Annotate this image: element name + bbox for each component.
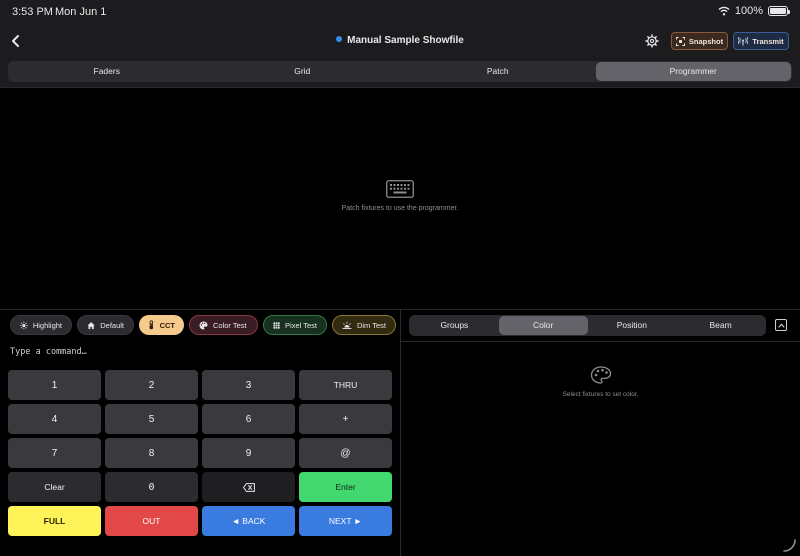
tab-patch[interactable]: Patch: [400, 62, 596, 81]
key-7[interactable]: 7: [8, 438, 101, 468]
key-thru[interactable]: THRU: [299, 370, 392, 400]
programmer-empty-message: Patch fixtures to use the programmer.: [341, 205, 459, 212]
transmit-button[interactable]: Transmit: [733, 32, 789, 50]
keypad: 1 2 3 THRU 4 5 6 + 7 8 9 @ Clear 0 Enter…: [8, 370, 392, 536]
key-6[interactable]: 6: [202, 404, 295, 434]
highlight-label: Highlight: [32, 320, 62, 330]
resize-handle-icon[interactable]: [782, 538, 796, 552]
nav-bar: Manual Sample Showfile Snapshot Transmit: [0, 24, 800, 58]
color-test-button[interactable]: Color Test: [189, 315, 258, 335]
key-plus[interactable]: +: [299, 404, 392, 434]
highlight-button[interactable]: Highlight: [10, 315, 72, 335]
tab-programmer[interactable]: Programmer: [595, 62, 791, 81]
key-1[interactable]: 1: [8, 370, 101, 400]
battery-percent: 100%: [734, 5, 763, 17]
pixel-test-button[interactable]: Pixel Test: [263, 315, 327, 335]
key-2[interactable]: 2: [105, 370, 198, 400]
expand-button[interactable]: [775, 319, 787, 331]
enter-button[interactable]: Enter: [299, 472, 392, 502]
cct-button[interactable]: CCT: [139, 315, 184, 335]
panel-divider: [400, 309, 401, 556]
tab-beam[interactable]: Beam: [676, 316, 765, 335]
thermometer-icon: [149, 320, 154, 330]
key-9[interactable]: 9: [202, 438, 295, 468]
dim-test-button[interactable]: Dim Test: [332, 315, 396, 335]
connection-dot-icon: [336, 36, 343, 42]
backspace-button[interactable]: [202, 472, 295, 502]
status-date: Mon Jun 1: [55, 6, 107, 18]
tab-faders[interactable]: Faders: [9, 62, 205, 81]
key-5[interactable]: 5: [105, 404, 198, 434]
grid-icon: [273, 321, 280, 329]
battery-icon: [768, 6, 790, 16]
wifi-icon: [718, 6, 730, 16]
status-time: 3:53 PM: [12, 6, 53, 18]
snapshot-button[interactable]: Snapshot: [671, 32, 728, 50]
default-button[interactable]: Default: [77, 315, 134, 335]
color-empty-message: Select fixtures to set color.: [562, 391, 639, 398]
broadcast-icon: [738, 36, 749, 45]
full-button[interactable]: FULL: [8, 506, 101, 536]
gear-icon[interactable]: [645, 34, 659, 48]
next-button[interactable]: NEXT ►: [299, 506, 392, 536]
clear-button[interactable]: Clear: [8, 472, 101, 502]
status-right: 100%: [718, 5, 790, 17]
key-3[interactable]: 3: [202, 370, 295, 400]
key-0[interactable]: 0: [105, 472, 198, 502]
command-input[interactable]: [0, 341, 400, 363]
programmer-empty-state: Patch fixtures to use the programmer.: [0, 180, 800, 212]
attribute-tabs: Groups Color Position Beam: [409, 315, 766, 336]
showfile-title: Manual Sample Showfile: [347, 35, 464, 46]
key-8[interactable]: 8: [105, 438, 198, 468]
tab-color[interactable]: Color: [498, 316, 588, 335]
snapshot-icon: [675, 36, 685, 46]
transmit-label: Transmit: [752, 36, 784, 46]
main-tab-bar: Faders Grid Patch Programmer: [0, 58, 800, 88]
sunset-icon: [342, 321, 352, 329]
tab-groups[interactable]: Groups: [410, 316, 499, 335]
tab-position[interactable]: Position: [588, 316, 677, 335]
palette-small-icon: [199, 321, 208, 329]
cct-label: CCT: [159, 320, 175, 330]
sun-icon: [20, 321, 28, 329]
color-test-label: Color Test: [213, 320, 247, 330]
chevron-up-icon: [777, 323, 785, 328]
default-label: Default: [100, 320, 124, 330]
snapshot-label: Snapshot: [688, 36, 724, 46]
house-icon: [87, 321, 95, 329]
quick-buttons: Highlight Default CCT Color Test Pixel T…: [10, 315, 396, 335]
main-tabs: Faders Grid Patch Programmer: [8, 61, 792, 82]
status-bar: 3:53 PM Mon Jun 1 100%: [0, 0, 800, 24]
key-4[interactable]: 4: [8, 404, 101, 434]
side-divider: [401, 341, 800, 342]
keyboard-icon: [386, 180, 414, 198]
out-button[interactable]: OUT: [105, 506, 198, 536]
backspace-icon: [242, 482, 255, 492]
tab-grid[interactable]: Grid: [205, 62, 401, 81]
pixel-test-label: Pixel Test: [285, 320, 317, 330]
back-button[interactable]: ◄ BACK: [202, 506, 295, 536]
key-at[interactable]: @: [299, 438, 392, 468]
dim-test-label: Dim Test: [356, 320, 386, 330]
color-empty-state: Select fixtures to set color.: [401, 366, 800, 398]
palette-icon: [590, 366, 611, 384]
